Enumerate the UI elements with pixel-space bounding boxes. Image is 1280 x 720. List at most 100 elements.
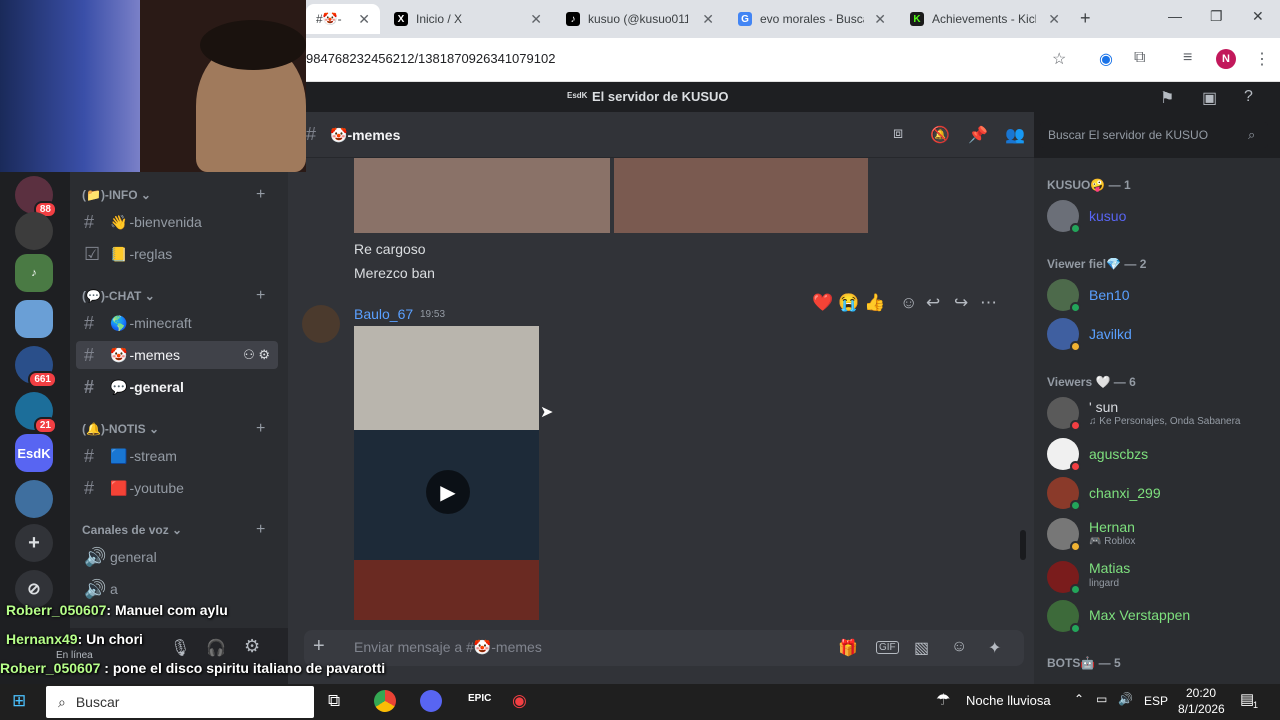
server-icon[interactable]: 88 (15, 176, 57, 218)
member-name[interactable]: Hernan (1089, 519, 1135, 535)
server-icon[interactable]: 661 (15, 346, 57, 388)
scrollbar[interactable] (1020, 530, 1026, 560)
puzzle-icon[interactable]: ⧉ (1134, 49, 1145, 67)
clock-date[interactable]: 8/1/2026 (1178, 702, 1225, 716)
settings-icon[interactable]: ⚙ (244, 636, 260, 657)
avatar[interactable] (1047, 561, 1081, 595)
attachment-image[interactable] (354, 326, 539, 430)
reply-icon[interactable]: ↩ (926, 293, 940, 313)
url-field[interactable]: 984768232456212/1381870926341079102 (306, 51, 555, 66)
weather-label[interactable]: Noche lluviosa (966, 693, 1051, 708)
channel-stream[interactable]: # 🟦 -stream (76, 442, 278, 470)
search-input[interactable]: Buscar El servidor de KUSUO (1040, 122, 1268, 148)
add-reaction-icon[interactable]: ☺ (900, 293, 917, 313)
close-icon[interactable]: ✕ (702, 11, 714, 28)
category-info[interactable]: (📁)-INFO ⌄ (82, 188, 151, 202)
volume-icon[interactable]: 🔊 (1118, 692, 1133, 706)
task-view-icon[interactable]: ⧉ (328, 691, 340, 711)
network-icon[interactable]: ▭ (1096, 692, 1107, 706)
attachment-image[interactable] (354, 560, 539, 620)
voice-channel-a[interactable]: 🔊 a (76, 575, 278, 603)
voice-channel-general[interactable]: 🔊 general (76, 543, 278, 571)
minimize-icon[interactable]: — (1168, 8, 1182, 24)
media-icon[interactable]: ≡ (1183, 49, 1192, 67)
attachment-image[interactable] (354, 158, 610, 233)
member-name[interactable]: chanxi_299 (1089, 485, 1161, 501)
emoji-icon[interactable]: ☺ (951, 638, 967, 656)
add-channel-icon[interactable]: + (256, 420, 265, 438)
add-attachment-icon[interactable]: + (313, 635, 325, 658)
server-icon[interactable]: 21 (15, 392, 57, 434)
message-input[interactable]: Enviar mensaje a #🤡-memes (354, 639, 542, 656)
apps-icon[interactable]: ✦ (988, 638, 1001, 658)
new-tab-button[interactable]: + (1080, 8, 1091, 29)
forward-icon[interactable]: ↪ (954, 293, 968, 313)
close-icon[interactable]: ✕ (530, 11, 542, 28)
channel-bienvenida[interactable]: # 👋 -bienvenida (76, 208, 278, 236)
tray-chevron-icon[interactable]: ⌃ (1074, 692, 1084, 706)
avatar[interactable] (1047, 200, 1081, 234)
extension-icon[interactable]: ◉ (1099, 49, 1113, 69)
channel-memes[interactable]: # 🤡 -memes ⚇ ⚙ (76, 341, 278, 369)
add-server-icon[interactable]: + (15, 524, 53, 562)
mute-bell-icon[interactable]: 🔕 (930, 125, 950, 145)
menu-icon[interactable]: ⋮ (1254, 49, 1270, 69)
member-name[interactable]: aguscbzs (1089, 446, 1148, 462)
member-name[interactable]: Javilkd (1089, 326, 1132, 342)
tab-discord[interactable]: #🤡- ✕ (306, 4, 380, 34)
members-icon[interactable]: 👥 (1005, 125, 1025, 145)
tab-tiktok[interactable]: ♪ kusuo (@kusuo011) | ✕ (556, 4, 724, 34)
avatar[interactable] (302, 305, 340, 343)
inbox-icon[interactable]: ▣ (1202, 88, 1217, 108)
avatar[interactable] (1047, 600, 1081, 634)
add-channel-icon[interactable]: + (256, 521, 265, 539)
headphones-icon[interactable]: 🎧 (206, 638, 226, 658)
close-icon[interactable]: ✕ (358, 11, 370, 28)
play-icon[interactable]: ▶ (426, 470, 470, 514)
member-name[interactable]: Max Verstappen (1089, 607, 1190, 623)
threads-icon[interactable]: ⧈ (893, 125, 903, 143)
server-icon[interactable] (15, 212, 53, 250)
heart-reaction[interactable]: ❤️ (812, 293, 833, 313)
window-close-icon[interactable]: ✕ (1252, 8, 1264, 25)
cry-reaction[interactable]: 😭 (838, 293, 859, 313)
taskbar-search[interactable]: ⌕ Buscar (46, 686, 314, 718)
close-icon[interactable]: ✕ (1048, 11, 1060, 28)
chrome-icon[interactable] (374, 690, 396, 712)
message-author[interactable]: Baulo_67 (354, 306, 413, 322)
member-name[interactable]: Matias (1089, 560, 1130, 576)
gif-icon[interactable]: GIF (876, 641, 899, 654)
avatar[interactable] (1047, 518, 1081, 552)
category-notis[interactable]: (🔔)-NOTIS ⌄ (82, 422, 159, 436)
pin-icon[interactable]: 📌 (968, 125, 988, 145)
close-icon[interactable]: ✕ (874, 11, 886, 28)
member-name[interactable]: Ben10 (1089, 287, 1129, 303)
avatar[interactable] (1047, 438, 1081, 472)
category-chat[interactable]: (💬)-CHAT ⌄ (82, 289, 155, 303)
category-voice[interactable]: Canales de voz ⌄ (82, 523, 182, 537)
clock-time[interactable]: 20:20 (1186, 686, 1216, 700)
more-icon[interactable]: ⋯ (980, 293, 997, 313)
epic-games-icon[interactable]: EPIC (468, 693, 491, 704)
channel-general[interactable]: # 💬 -general (76, 373, 278, 401)
microphone-icon[interactable]: 🎙 (170, 638, 190, 658)
profile-avatar[interactable]: N (1216, 49, 1236, 69)
gift-icon[interactable]: 🎁 (838, 638, 858, 658)
flag-icon[interactable]: ⚑ (1160, 88, 1174, 108)
avatar[interactable] (1047, 397, 1081, 431)
avatar[interactable] (1047, 477, 1081, 511)
channel-youtube[interactable]: # 🟥 -youtube (76, 474, 278, 502)
thumbsup-reaction[interactable]: 👍 (864, 293, 885, 313)
tab-kick[interactable]: K Achievements - Kick ✕ (900, 4, 1070, 34)
avatar[interactable] (1047, 318, 1081, 352)
channel-reglas[interactable]: ☑ 📒 -reglas (76, 240, 278, 268)
bookmark-star-icon[interactable]: ☆ (1052, 49, 1066, 69)
windows-start-icon[interactable]: ⊞ (12, 691, 26, 711)
selected-server-icon[interactable]: EsdK (15, 434, 53, 472)
sticker-icon[interactable]: ▧ (914, 638, 929, 658)
add-channel-icon[interactable]: + (256, 186, 265, 204)
argentina-server-icon[interactable] (15, 300, 53, 338)
attachment-image[interactable] (614, 158, 868, 233)
language-indicator[interactable]: ESP (1144, 694, 1168, 708)
member-name[interactable]: ' sun (1089, 399, 1118, 415)
